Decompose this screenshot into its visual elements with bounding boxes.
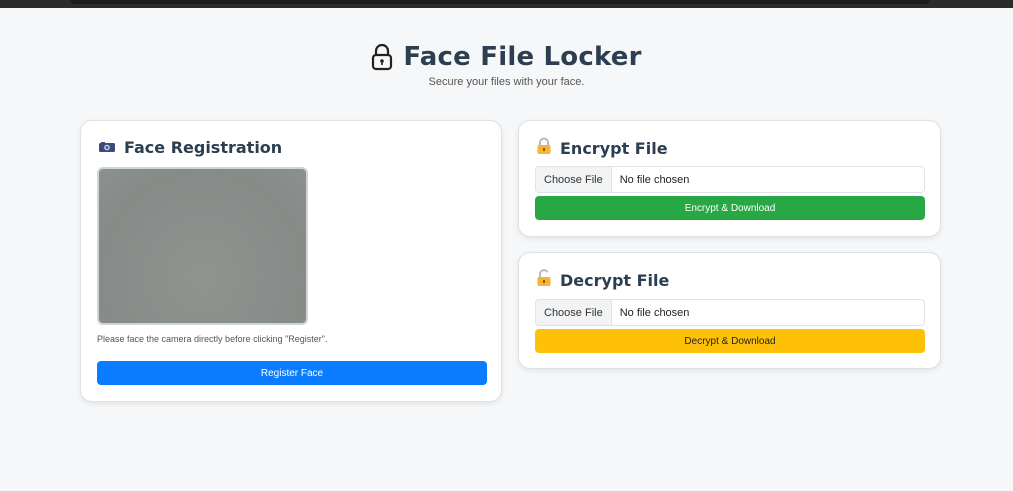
decrypt-download-button[interactable]: Decrypt & Download [535,329,925,353]
face-registration-title: Face Registration [124,138,283,157]
face-registration-card: Face Registration Please face the camera… [80,120,502,402]
decrypt-file-status: No file chosen [619,306,690,319]
face-registration-heading: Face Registration [98,138,282,157]
encrypt-download-button[interactable]: Encrypt & Download [535,196,925,220]
register-face-button[interactable]: Register Face [97,361,487,385]
unlocked-padlock-icon [536,269,552,291]
decrypt-file-title: Decrypt File [560,270,670,290]
encrypt-file-input[interactable]: Choose File No file chosen [535,166,925,193]
decrypt-file-card: Decrypt File Choose File No file chosen … [518,252,941,369]
registration-hint: Please face the camera directly before c… [97,334,328,344]
camera-icon [98,138,116,157]
locked-padlock-icon [536,137,552,159]
page-subtitle: Secure your files with your face. [428,76,585,88]
camera-preview [97,167,308,325]
browser-top-bar-inner [70,0,930,4]
decrypt-file-heading: Decrypt File [536,269,669,291]
page-title: Face File Locker [403,42,642,72]
page-header: Face File Locker Secure your files with … [0,40,1013,88]
lock-icon [371,43,393,71]
browser-top-bar [0,0,1013,8]
title-row: Face File Locker [0,40,1013,74]
encrypt-file-heading: Encrypt File [536,137,668,159]
decrypt-choose-file-button[interactable]: Choose File [536,300,612,325]
encrypt-choose-file-button[interactable]: Choose File [536,167,612,192]
decrypt-file-input[interactable]: Choose File No file chosen [535,299,925,326]
encrypt-file-title: Encrypt File [560,138,668,158]
encrypt-file-card: Encrypt File Choose File No file chosen … [518,120,941,237]
encrypt-file-status: No file chosen [619,173,690,186]
